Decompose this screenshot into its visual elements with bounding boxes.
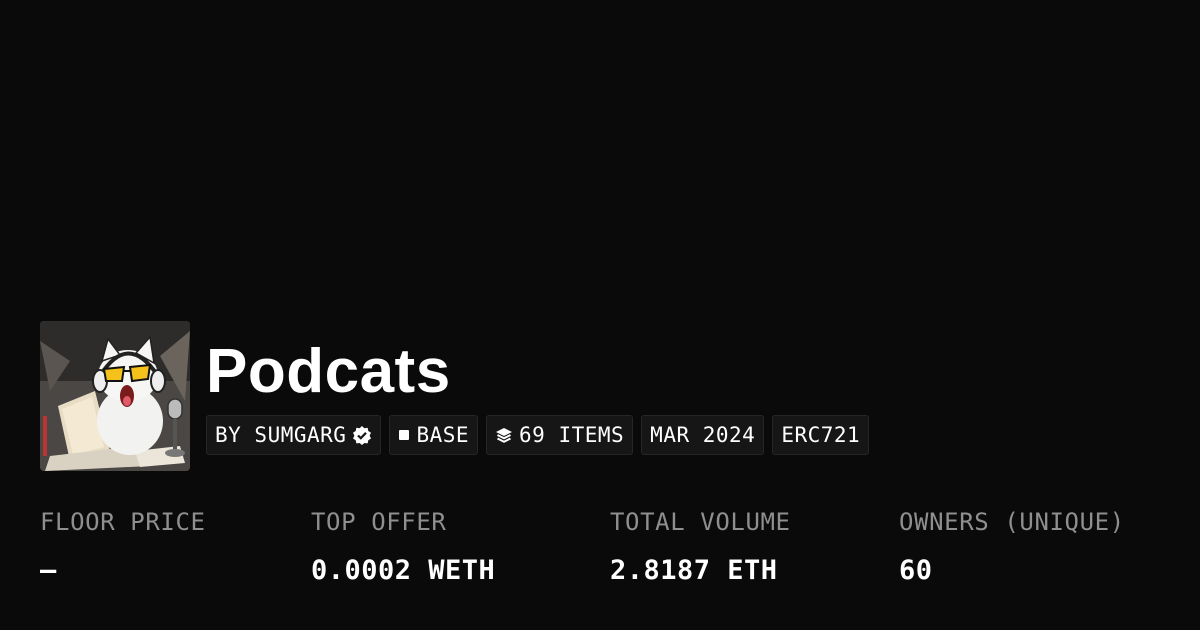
podcat-artwork-image — [40, 321, 190, 471]
stat-value: 60 — [899, 555, 933, 586]
stat-label: OWNERS (UNIQUE) — [899, 508, 1125, 536]
stat-label: FLOOR PRICE — [40, 508, 206, 536]
collection-card: Podcats BY SUMGARG BASE 69 ITEMS MAR 202… — [0, 0, 1200, 630]
stat-top-offer: TOP OFFER 0.0002 WETH — [311, 502, 495, 600]
stat-label: TOTAL VOLUME — [610, 508, 791, 536]
layers-icon — [495, 426, 513, 444]
stat-value: – — [40, 555, 57, 586]
stat-label: TOP OFFER — [311, 508, 447, 536]
date-chip: MAR 2024 — [641, 415, 765, 455]
verified-badge-icon — [352, 425, 372, 445]
items-chip[interactable]: 69 ITEMS — [486, 415, 634, 455]
base-chain-icon — [398, 429, 410, 441]
collection-avatar — [40, 321, 190, 471]
token-standard-chip: ERC721 — [772, 415, 870, 455]
stat-floor-price: FLOOR PRICE – — [40, 502, 206, 600]
collection-meta-chips: BY SUMGARG BASE 69 ITEMS MAR 2024 ERC721 — [206, 415, 870, 455]
chain-chip[interactable]: BASE — [389, 415, 479, 455]
stat-value: 2.8187 ETH — [610, 555, 778, 586]
chain-label: BASE — [416, 423, 470, 447]
date-label: MAR 2024 — [650, 423, 756, 447]
stat-value: 0.0002 WETH — [311, 555, 496, 586]
items-count-label: 69 ITEMS — [519, 423, 625, 447]
stat-total-volume: TOTAL VOLUME 2.8187 ETH — [610, 502, 791, 600]
collection-title: Podcats — [206, 337, 451, 406]
token-standard-label: ERC721 — [781, 423, 861, 447]
creator-chip[interactable]: BY SUMGARG — [206, 415, 382, 455]
stat-owners: OWNERS (UNIQUE) 60 — [899, 502, 1125, 600]
creator-label: BY SUMGARG — [215, 423, 347, 447]
